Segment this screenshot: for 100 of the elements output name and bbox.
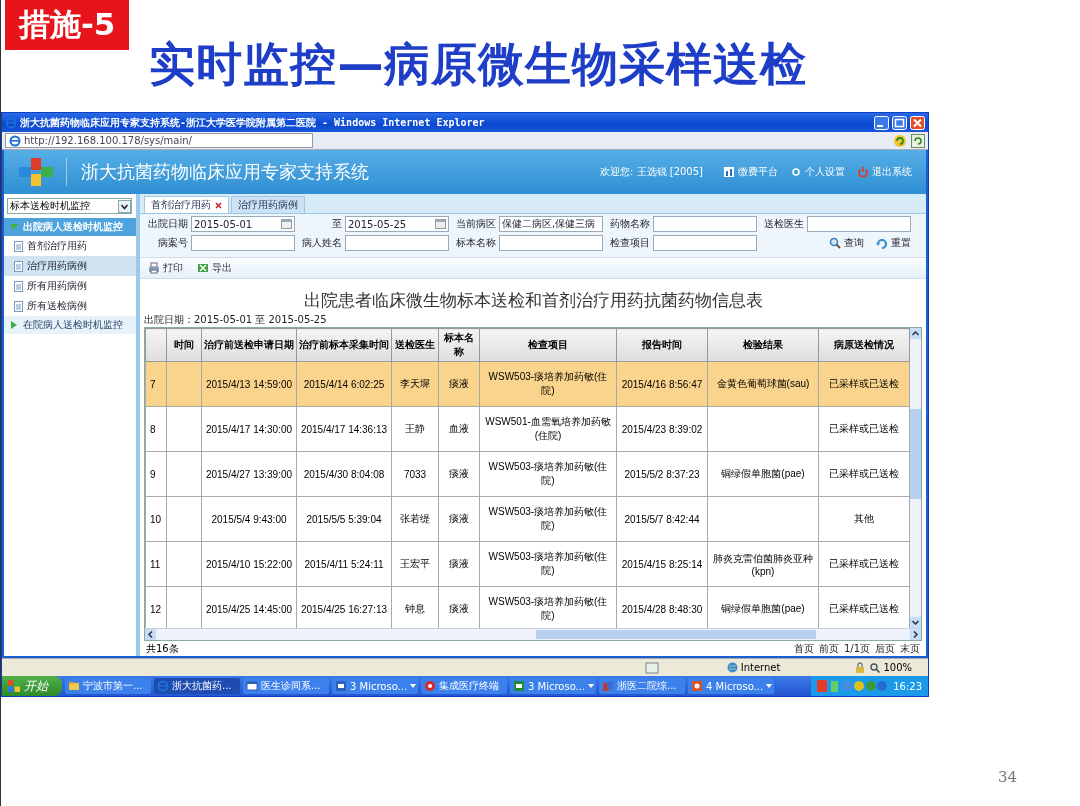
tab[interactable]: 治疗用药病例 bbox=[231, 196, 305, 213]
collapsed-arrow-icon bbox=[9, 320, 19, 330]
address-field[interactable]: http://192.168.100.178/sys/main/ bbox=[5, 133, 313, 148]
pager-link[interactable]: 前页 bbox=[818, 641, 839, 656]
input-field[interactable] bbox=[499, 235, 603, 251]
zoom-control[interactable]: 100% bbox=[870, 662, 912, 673]
taskbar-button[interactable]: 浙大抗菌药... bbox=[154, 678, 240, 694]
sidebar-item[interactable]: 首剂治疗用药 bbox=[4, 236, 136, 256]
record-count: 共16条 bbox=[146, 641, 179, 656]
app-title: 浙大抗菌药物临床应用专家支持系统 bbox=[81, 160, 369, 184]
column-header: 报告时间 bbox=[616, 328, 708, 362]
calendar-icon[interactable] bbox=[281, 219, 292, 229]
close-icon[interactable] bbox=[215, 201, 222, 209]
window-icon bbox=[246, 680, 258, 692]
table-cell: 血液 bbox=[438, 406, 480, 452]
table-cell: 痰液 bbox=[438, 361, 480, 407]
scroll-thumb[interactable] bbox=[536, 630, 816, 639]
input-field[interactable] bbox=[191, 235, 295, 251]
sidebar-item[interactable]: 治疗用药病例 bbox=[4, 256, 136, 276]
chart-icon bbox=[723, 166, 735, 178]
minimize-icon[interactable] bbox=[874, 115, 889, 130]
caret-icon bbox=[118, 199, 131, 213]
refresh-icon[interactable] bbox=[911, 133, 925, 148]
print-button[interactable]: 打印 bbox=[148, 261, 183, 275]
field-label: 出院日期 bbox=[147, 217, 188, 231]
dropdown[interactable]: 标本送检时机监控 bbox=[7, 198, 132, 214]
tab[interactable]: 首剂治疗用药 bbox=[144, 196, 229, 213]
taskbar-button[interactable]: 集成医疗终端 bbox=[421, 678, 507, 694]
app-icon bbox=[602, 680, 614, 692]
date-field[interactable]: 2015-05-01 bbox=[191, 216, 295, 232]
table-cell: 已采样或已送检 bbox=[818, 451, 910, 497]
refresh-icon[interactable] bbox=[893, 133, 907, 148]
pager-link[interactable]: 首页 bbox=[793, 641, 814, 656]
date-field[interactable]: 2015-05-25 bbox=[345, 216, 449, 232]
taskbar-button[interactable]: 3 Microso... bbox=[332, 678, 418, 694]
input-field[interactable] bbox=[345, 235, 449, 251]
pager-link[interactable]: 末页 bbox=[900, 641, 920, 656]
date-range: 出院日期：2015-05-01 至 2015-05-25 bbox=[144, 313, 328, 327]
scroll-right-icon[interactable] bbox=[910, 629, 921, 640]
input-field[interactable]: 保健二病区,保健三病 bbox=[499, 216, 603, 232]
table-cell bbox=[166, 361, 202, 407]
scroll-thumb[interactable] bbox=[910, 409, 921, 499]
taskbar-button[interactable]: 4 Microso... bbox=[688, 678, 774, 694]
row-number: 9 bbox=[145, 451, 167, 497]
sidebar-group[interactable]: 在院病人送检时机监控 bbox=[4, 316, 136, 334]
scroll-left-icon[interactable] bbox=[145, 629, 156, 640]
column-header: 送检医生 bbox=[391, 328, 439, 362]
taskbar-button[interactable]: 宁波市第一... bbox=[65, 678, 151, 694]
table-cell: 肺炎克雷伯菌肺炎亚种(kpn) bbox=[707, 541, 819, 587]
input-field[interactable] bbox=[653, 216, 757, 232]
tray-icons-drawing bbox=[817, 680, 888, 692]
search-icon bbox=[829, 237, 841, 249]
scroll-up-icon[interactable] bbox=[910, 328, 921, 339]
table-cell: WSW503-痰培养加药敏(住院) bbox=[479, 451, 617, 497]
sidebar-item[interactable]: 所有送检病例 bbox=[4, 296, 136, 316]
search-button[interactable]: 查询 bbox=[829, 236, 864, 250]
field-label: 当前病区 bbox=[455, 217, 496, 231]
calendar-icon[interactable] bbox=[435, 219, 446, 229]
taskbar-button[interactable]: 浙医二院综... bbox=[599, 678, 685, 694]
scroll-down-icon[interactable] bbox=[910, 617, 921, 628]
start-button[interactable]: 开始 bbox=[2, 676, 62, 696]
table-cell: 张若缇 bbox=[391, 496, 439, 542]
maximize-icon[interactable] bbox=[892, 115, 907, 130]
table-cell: 2015/5/7 8:42:44 bbox=[616, 496, 708, 542]
field-label: 病人姓名 bbox=[301, 236, 342, 250]
table-cell: 痰液 bbox=[438, 541, 480, 587]
table-cell: 2015/5/2 8:37:23 bbox=[616, 451, 708, 497]
page-number: 34 bbox=[997, 767, 1017, 786]
table-cell: 2015/4/23 8:39:02 bbox=[616, 406, 708, 452]
table-cell: 2015/4/17 14:30:00 bbox=[201, 406, 297, 452]
row-number: 8 bbox=[145, 406, 167, 452]
row-number: 7 bbox=[145, 361, 167, 407]
vertical-scrollbar[interactable] bbox=[910, 328, 921, 628]
document-icon bbox=[14, 240, 23, 252]
field-label: 药物名称 bbox=[609, 217, 650, 231]
column-header: 检验结果 bbox=[707, 328, 819, 362]
export-button[interactable]: 导出 bbox=[197, 261, 232, 275]
globe-icon bbox=[726, 662, 738, 673]
pager-link[interactable]: 1/1页 bbox=[843, 641, 870, 656]
taskbar-button[interactable]: 医生诊间系... bbox=[243, 678, 329, 694]
caret-icon bbox=[588, 684, 595, 688]
sidebar-item[interactable]: 所有用药病例 bbox=[4, 276, 136, 296]
table-cell: WSW503-痰培养加药敏(住院) bbox=[479, 541, 617, 587]
slide-title: 实时监控—病原微生物采样送检 bbox=[149, 36, 808, 93]
input-field[interactable] bbox=[807, 216, 911, 232]
pager-link[interactable]: 后页 bbox=[875, 641, 895, 656]
table-cell: WSW501-血需氧培养加药敏(住院) bbox=[479, 406, 617, 452]
input-field[interactable] bbox=[653, 235, 757, 251]
report-title: 出院患者临床微生物标本送检和首剂治疗用药抗菌药物信息表 bbox=[302, 289, 764, 312]
column-header: 治疗前标本采集时间 bbox=[296, 328, 392, 362]
taskbar-button[interactable]: 3 Microso... bbox=[510, 678, 596, 694]
reset-button[interactable]: 重置 bbox=[876, 236, 911, 250]
horizontal-scrollbar[interactable] bbox=[145, 628, 921, 640]
table-cell: 2015/4/14 6:02:25 bbox=[296, 361, 392, 407]
table-cell: 2015/4/13 14:59:00 bbox=[201, 361, 297, 407]
table-cell: 2015/4/17 14:36:13 bbox=[296, 406, 392, 452]
refresh-icon bbox=[876, 237, 888, 249]
column-header: 标本名称 bbox=[438, 328, 480, 362]
field-label: 标本名称 bbox=[455, 236, 496, 250]
table-cell: 其他 bbox=[818, 496, 910, 542]
